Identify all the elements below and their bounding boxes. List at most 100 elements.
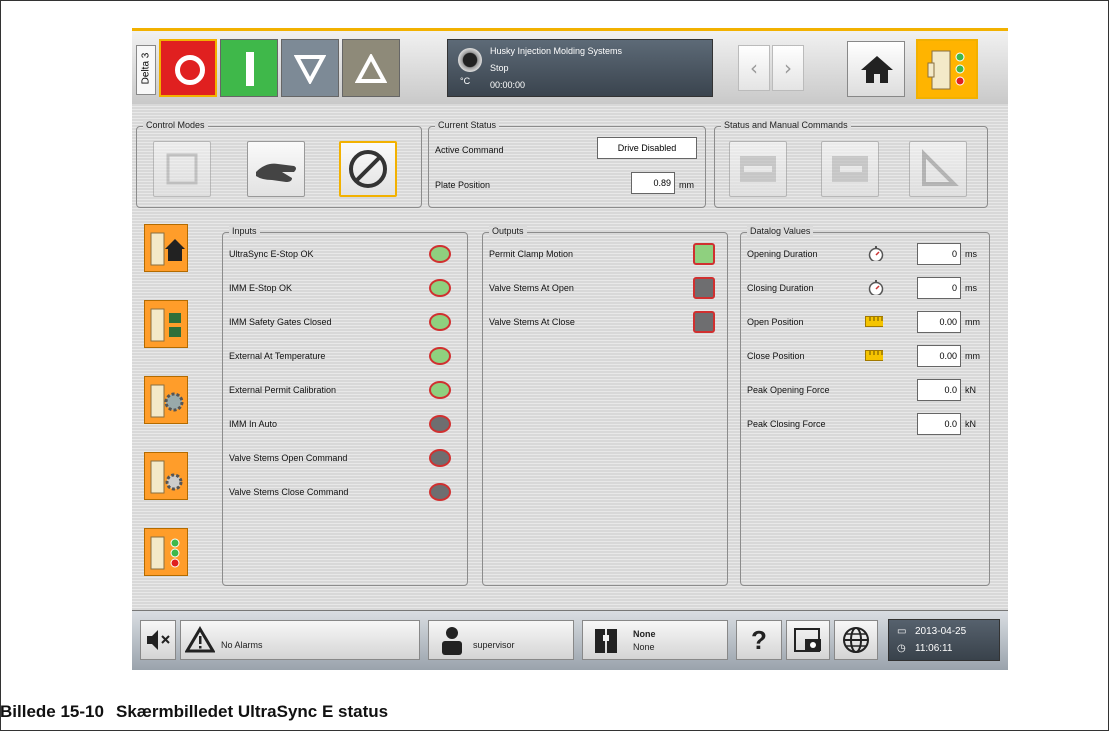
date-value: 2013-04-25 bbox=[915, 626, 967, 637]
output-indicator-square bbox=[693, 243, 715, 265]
inputs-title: Inputs bbox=[229, 226, 260, 236]
datalog-label: Close Position bbox=[747, 351, 805, 361]
output-label: Permit Clamp Motion bbox=[489, 249, 574, 259]
datalog-label: Opening Duration bbox=[747, 249, 818, 259]
question-mark-icon: ? bbox=[751, 625, 767, 655]
station-tab[interactable]: Delta 3 bbox=[136, 45, 156, 95]
warning-triangle-icon bbox=[185, 626, 215, 653]
outputs-title: Outputs bbox=[489, 226, 527, 236]
auto-mode-button[interactable] bbox=[153, 141, 211, 197]
machine-state: Stop bbox=[490, 63, 509, 73]
forward-button[interactable]: › bbox=[772, 45, 804, 91]
plate-position-value: 0.89 bbox=[631, 172, 675, 194]
datalog-title: Datalog Values bbox=[747, 226, 814, 236]
active-command-label: Active Command bbox=[435, 145, 504, 155]
manual-mode-button[interactable] bbox=[247, 141, 305, 197]
calendar-icon: ▭ bbox=[897, 626, 907, 637]
datalog-unit: mm bbox=[965, 351, 980, 361]
input-indicator-led bbox=[429, 279, 451, 297]
side-nav-setup[interactable] bbox=[144, 452, 188, 500]
plate-position-label: Plate Position bbox=[435, 180, 491, 190]
ultrasync-setup-icon bbox=[150, 460, 183, 494]
stems-close-icon bbox=[832, 156, 868, 182]
side-nav-settings[interactable] bbox=[144, 376, 188, 424]
mold-part: None bbox=[633, 642, 655, 652]
status-manual-commands-panel: Status and Manual Commands bbox=[714, 120, 988, 208]
camera-screen-icon bbox=[794, 628, 821, 652]
datalog-unit: kN bbox=[965, 419, 976, 429]
stopwatch-icon bbox=[868, 246, 884, 261]
lower-button[interactable] bbox=[281, 39, 339, 97]
home-button[interactable] bbox=[847, 41, 905, 97]
start-icon bbox=[246, 52, 254, 86]
alarms-text: No Alarms bbox=[221, 640, 263, 650]
set-square-icon bbox=[922, 149, 959, 186]
top-toolbar: Delta 3 °C Husky Injection Molding Syste… bbox=[132, 28, 1008, 104]
datalog-unit: mm bbox=[965, 317, 980, 327]
speaker-mute-icon bbox=[147, 630, 170, 650]
cycle-timer: 00:00:00 bbox=[490, 80, 526, 90]
input-label: IMM Safety Gates Closed bbox=[229, 317, 332, 327]
start-button[interactable] bbox=[220, 39, 278, 97]
stop-icon bbox=[175, 55, 205, 85]
bottom-status-bar: No Alarms supervisor None None ? ▭ 2013-… bbox=[132, 610, 1008, 670]
ultrasync-app-button[interactable] bbox=[916, 39, 978, 99]
caption-text: Skærmbilledet UltraSync E status bbox=[116, 702, 389, 721]
datalog-value: 0.00 bbox=[917, 345, 961, 367]
input-indicator-led bbox=[429, 245, 451, 263]
input-indicator-led bbox=[429, 313, 451, 331]
active-command-value: Drive Disabled bbox=[597, 137, 697, 159]
disable-mode-button[interactable] bbox=[339, 141, 397, 197]
language-button[interactable] bbox=[834, 620, 878, 660]
user-button[interactable]: supervisor bbox=[428, 620, 574, 660]
ultrasync-monitor-icon bbox=[150, 308, 181, 342]
outputs-panel: Outputs Permit Clamp Motion Valve Stems A… bbox=[482, 226, 728, 586]
user-name: supervisor bbox=[473, 640, 515, 650]
side-nav-home[interactable] bbox=[144, 224, 188, 272]
datalog-value: 0 bbox=[917, 277, 961, 299]
datalog-unit: kN bbox=[965, 385, 976, 395]
datalog-value: 0.0 bbox=[917, 379, 961, 401]
help-button[interactable]: ? bbox=[736, 620, 782, 660]
raise-button[interactable] bbox=[342, 39, 400, 97]
datalog-unit: ms bbox=[965, 283, 977, 293]
house-icon bbox=[861, 56, 893, 83]
input-indicator-led bbox=[429, 381, 451, 399]
stopwatch-icon bbox=[868, 280, 884, 295]
prohibited-icon bbox=[349, 150, 387, 188]
close-stems-button[interactable] bbox=[821, 141, 879, 197]
caption-number: Billede 15-10 bbox=[0, 702, 104, 721]
ultrasync-settings-icon bbox=[150, 384, 184, 418]
stop-button[interactable] bbox=[159, 39, 217, 97]
time-value: 11:06:11 bbox=[915, 643, 953, 654]
back-button[interactable]: ‹ bbox=[738, 45, 770, 91]
datetime-display: ▭ 2013-04-25 ◷ 11:06:11 bbox=[888, 619, 1000, 661]
mold-button[interactable]: None None bbox=[582, 620, 728, 660]
open-stems-button[interactable] bbox=[729, 141, 787, 197]
side-nav-monitor[interactable] bbox=[144, 300, 188, 348]
ruler-icon bbox=[865, 350, 883, 361]
company-name: Husky Injection Molding Systems bbox=[490, 46, 623, 56]
status-commands-title: Status and Manual Commands bbox=[721, 120, 851, 130]
ruler-icon bbox=[865, 316, 883, 327]
datalog-label: Peak Closing Force bbox=[747, 419, 826, 429]
screenshot-button[interactable] bbox=[786, 620, 830, 660]
mute-button[interactable] bbox=[140, 620, 176, 660]
output-label: Valve Stems At Open bbox=[489, 283, 574, 293]
calibrate-button[interactable] bbox=[909, 141, 967, 197]
alarms-button[interactable]: No Alarms bbox=[180, 620, 420, 660]
station-label: Delta 3 bbox=[140, 52, 152, 85]
globe-icon bbox=[843, 627, 869, 653]
side-nav-status[interactable] bbox=[144, 528, 188, 576]
ultrasync-home-icon bbox=[150, 232, 185, 266]
datalog-value: 0 bbox=[917, 243, 961, 265]
ultrasync-status-icon bbox=[927, 50, 965, 90]
hand-icon bbox=[256, 163, 296, 182]
input-label: UltraSync E-Stop OK bbox=[229, 249, 314, 259]
current-status-panel: Current Status Active Command Drive Disa… bbox=[428, 120, 706, 208]
datalog-value: 0.00 bbox=[917, 311, 961, 333]
datalog-label: Peak Opening Force bbox=[747, 385, 830, 395]
input-label: External Permit Calibration bbox=[229, 385, 337, 395]
datalog-label: Open Position bbox=[747, 317, 804, 327]
input-indicator-led bbox=[429, 347, 451, 365]
